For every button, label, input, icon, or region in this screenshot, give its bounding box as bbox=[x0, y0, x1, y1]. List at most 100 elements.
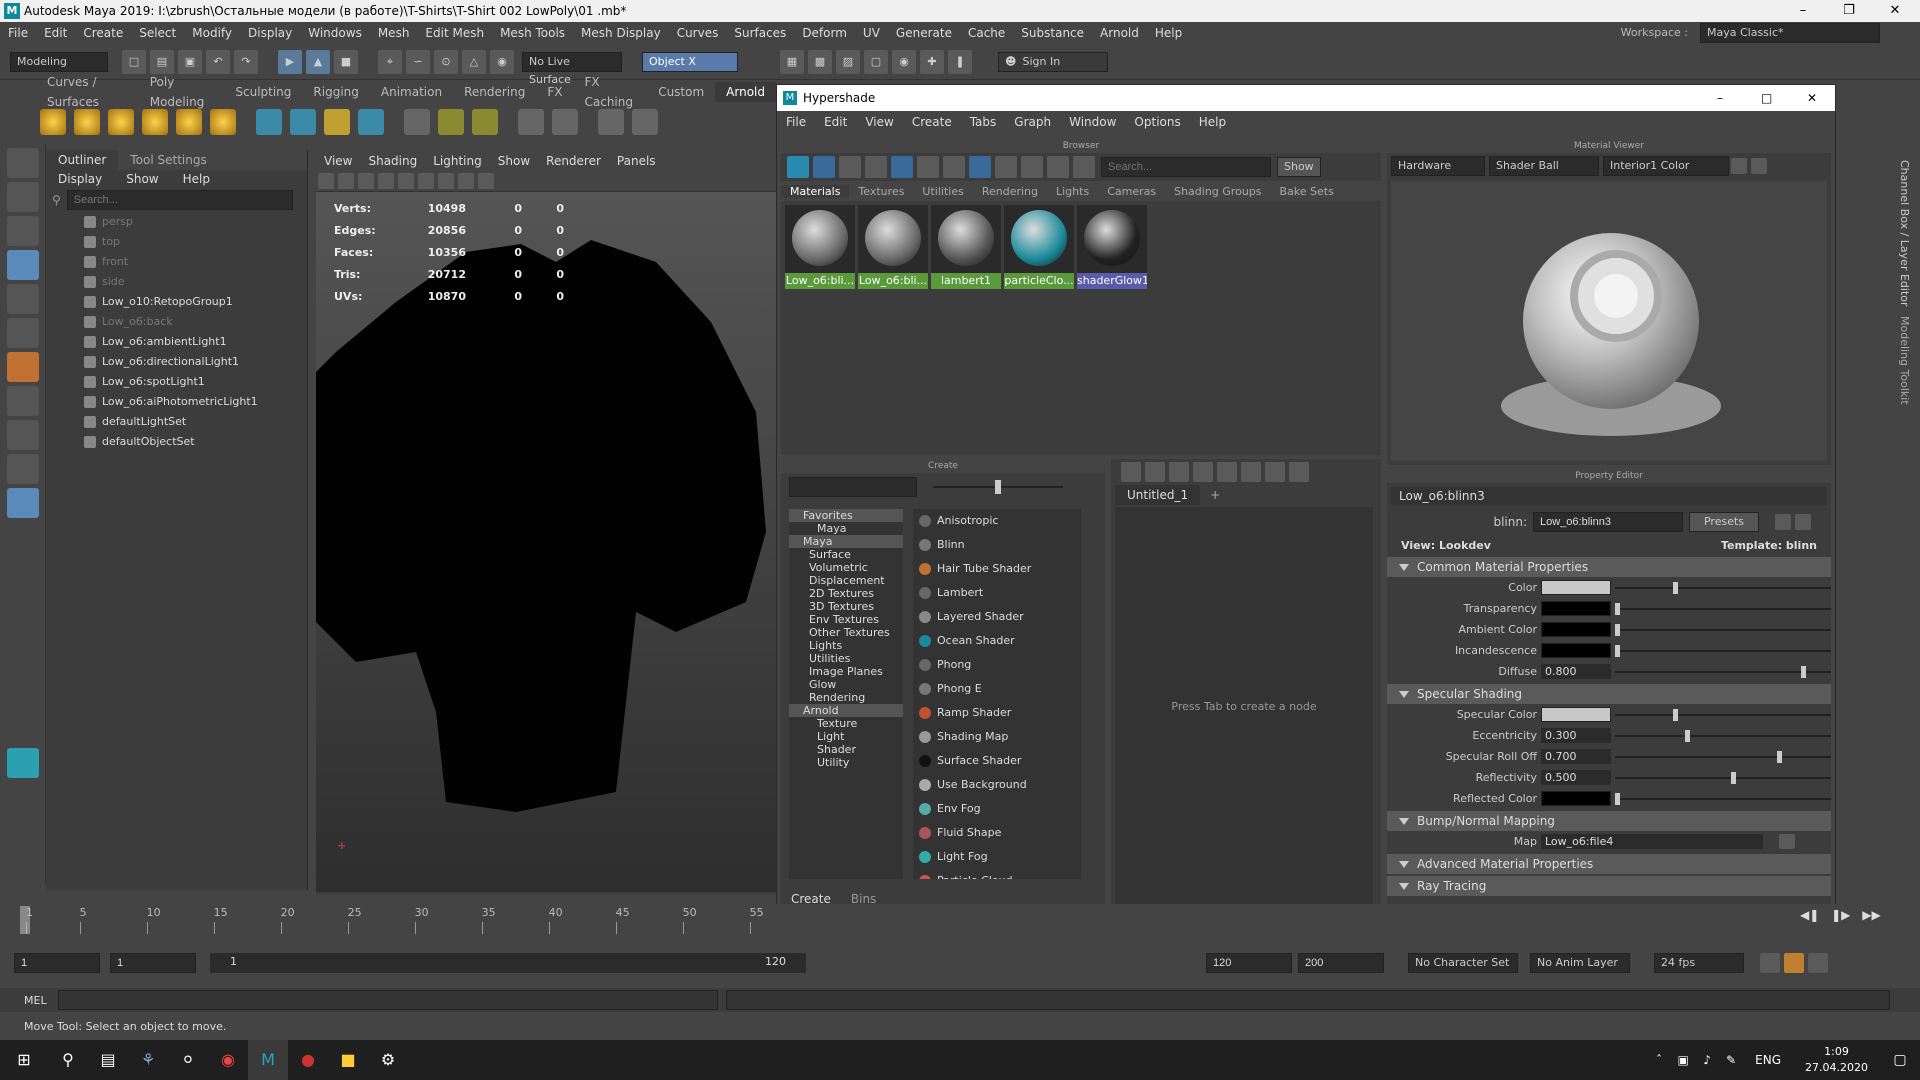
fps-dropdown[interactable]: 24 fps bbox=[1654, 953, 1744, 973]
arnold-stand-in-icon[interactable] bbox=[324, 109, 350, 135]
hs-menu-window[interactable]: Window bbox=[1060, 111, 1125, 133]
shader-item[interactable]: Shading Map bbox=[913, 725, 1081, 749]
prev-key-icon[interactable]: ◀❚ bbox=[1800, 908, 1819, 922]
property-slider-track[interactable] bbox=[1615, 777, 1831, 779]
hs-menu-help[interactable]: Help bbox=[1190, 111, 1235, 133]
graph-rearrange-icon[interactable] bbox=[1217, 462, 1237, 482]
property-slider-knob[interactable] bbox=[1615, 624, 1620, 636]
taskbar-app2-icon[interactable]: ⚪ bbox=[168, 1040, 208, 1080]
shelf-tab-3[interactable]: Rigging bbox=[302, 82, 369, 102]
menu-mesh-display[interactable]: Mesh Display bbox=[573, 22, 669, 44]
pause-icon[interactable]: ❚ bbox=[948, 49, 972, 74]
undo-icon[interactable]: ↶ bbox=[206, 49, 230, 74]
viewer-renderer-dropdown[interactable]: Hardware bbox=[1391, 156, 1485, 176]
viewer-pause-icon[interactable] bbox=[1751, 158, 1767, 174]
clock[interactable]: 1:09 27.04.2020 bbox=[1805, 1044, 1868, 1076]
hs-menu-options[interactable]: Options bbox=[1125, 111, 1189, 133]
ambient-light-icon[interactable] bbox=[40, 109, 66, 135]
property-color-swatch[interactable] bbox=[1541, 707, 1611, 722]
outliner-menu-help[interactable]: Help bbox=[171, 169, 222, 189]
outliner-menu-show[interactable]: Show bbox=[114, 169, 170, 189]
browser-tab-rendering[interactable]: Rendering bbox=[973, 185, 1047, 198]
property-slider-knob[interactable] bbox=[1673, 582, 1678, 594]
next-key-icon[interactable]: ❚▶ bbox=[1831, 908, 1850, 922]
menu-uv[interactable]: UV bbox=[855, 22, 888, 44]
browser-tab-lights[interactable]: Lights bbox=[1047, 185, 1098, 198]
settings-icon[interactable]: ⚙ bbox=[368, 1040, 408, 1080]
property-slider-track[interactable] bbox=[1615, 650, 1831, 652]
snap-point-icon[interactable]: ⊙ bbox=[434, 49, 458, 74]
menu-edit[interactable]: Edit bbox=[36, 22, 75, 44]
graph-hint[interactable]: Press Tab to create a node bbox=[1115, 507, 1373, 907]
shelf-tab-6[interactable]: FX bbox=[536, 82, 573, 102]
arnold-render-icon[interactable]: ✚ bbox=[920, 49, 944, 74]
uv-layout-icon[interactable] bbox=[438, 109, 464, 135]
create-tree-item[interactable]: Image Planes bbox=[789, 665, 903, 678]
mel-input[interactable] bbox=[58, 990, 718, 1010]
browser-tab-materials[interactable]: Materials bbox=[781, 184, 850, 198]
add-tab-icon[interactable]: + bbox=[1200, 488, 1230, 502]
browser-tab-bake-sets[interactable]: Bake Sets bbox=[1271, 185, 1343, 198]
material-swatch[interactable]: Low_o6:bli... bbox=[785, 205, 855, 289]
tab-outliner[interactable]: Outliner bbox=[46, 150, 119, 170]
hs-menu-edit[interactable]: Edit bbox=[815, 111, 856, 133]
copy-tab-icon[interactable] bbox=[1795, 514, 1811, 530]
browser-list-icon[interactable] bbox=[839, 156, 861, 178]
viewport-menu-lighting[interactable]: Lighting bbox=[425, 152, 490, 170]
tray-chevron-icon[interactable]: ˆ bbox=[1647, 1040, 1671, 1080]
smooth-shade-icon[interactable] bbox=[358, 172, 374, 189]
redo-icon[interactable]: ↷ bbox=[234, 49, 258, 74]
shader-item[interactable]: Surface Shader bbox=[913, 749, 1081, 773]
maya-m-icon[interactable] bbox=[7, 748, 39, 778]
directional-light-icon[interactable] bbox=[74, 109, 100, 135]
uv-editor-icon[interactable] bbox=[472, 109, 498, 135]
icon-size-slider[interactable] bbox=[933, 477, 1063, 497]
property-slider-track[interactable] bbox=[1615, 629, 1831, 631]
hs-close-icon[interactable]: ✕ bbox=[1807, 85, 1817, 111]
refresh-icon[interactable] bbox=[1047, 156, 1069, 178]
sort-time-icon[interactable] bbox=[1021, 156, 1043, 178]
shelf-tab-8[interactable]: Custom bbox=[647, 82, 715, 102]
isolate-icon[interactable] bbox=[478, 172, 494, 189]
property-slider-track[interactable] bbox=[1615, 587, 1831, 589]
time-slider[interactable]: 1510152025303540455055 bbox=[0, 904, 1920, 936]
last-tool-icon[interactable] bbox=[7, 352, 39, 382]
close-icon[interactable]: ✕ bbox=[1872, 0, 1918, 22]
browser-small-icon[interactable] bbox=[865, 156, 887, 178]
anim-layer-dropdown[interactable]: No Anim Layer bbox=[1530, 953, 1630, 973]
snap-view-icon[interactable]: ◉ bbox=[490, 49, 514, 74]
wireframe-icon[interactable] bbox=[338, 172, 354, 189]
four-view-icon[interactable] bbox=[7, 420, 39, 450]
select-tool-icon[interactable] bbox=[7, 148, 39, 178]
character-set-dropdown[interactable]: No Character Set bbox=[1408, 953, 1518, 973]
workspace-dropdown[interactable]: Maya Classic* bbox=[1700, 23, 1880, 43]
hs-menu-tabs[interactable]: Tabs bbox=[961, 111, 1006, 133]
outliner-item[interactable]: Low_o6:back bbox=[46, 312, 307, 332]
move-tool-icon[interactable] bbox=[7, 250, 39, 280]
render-settings-icon[interactable]: ▢ bbox=[864, 49, 888, 74]
notifications-icon[interactable]: ▢ bbox=[1880, 1040, 1920, 1080]
outliner-item[interactable]: defaultLightSet bbox=[46, 412, 307, 432]
shelf-tab-5[interactable]: Rendering bbox=[453, 82, 536, 102]
section-common[interactable]: Common Material Properties bbox=[1387, 557, 1831, 577]
sort-type-icon[interactable] bbox=[995, 156, 1017, 178]
sign-in-button[interactable]: ☻ Sign In bbox=[998, 51, 1108, 72]
property-color-swatch[interactable] bbox=[1541, 791, 1611, 806]
viewport-panel[interactable]: View Shading Lighting Show Renderer Panels Ve… bbox=[316, 152, 776, 894]
property-color-swatch[interactable] bbox=[1541, 643, 1611, 658]
outliner-item[interactable]: defaultObjectSet bbox=[46, 432, 307, 452]
network-icon[interactable]: ▣ bbox=[1671, 1040, 1695, 1080]
outliner-item[interactable]: Low_o10:RetopoGroup1 bbox=[46, 292, 307, 312]
shader-item[interactable]: Lambert bbox=[913, 581, 1081, 605]
create-tree-item[interactable]: Utilities bbox=[789, 652, 903, 665]
bump-map-link-icon[interactable] bbox=[1779, 834, 1795, 849]
arnold-volume-icon[interactable] bbox=[290, 109, 316, 135]
taskbar-search-icon[interactable]: ⚲ bbox=[48, 1040, 88, 1080]
loop-icon[interactable] bbox=[1760, 953, 1780, 973]
sort-name-icon[interactable] bbox=[969, 156, 991, 178]
hs-menu-create[interactable]: Create bbox=[903, 111, 961, 133]
taskbar-app3-icon[interactable]: ● bbox=[288, 1040, 328, 1080]
create-tree-item[interactable]: Surface bbox=[789, 548, 903, 561]
property-slider-knob[interactable] bbox=[1684, 730, 1690, 742]
current-frame-marker[interactable] bbox=[20, 906, 30, 934]
